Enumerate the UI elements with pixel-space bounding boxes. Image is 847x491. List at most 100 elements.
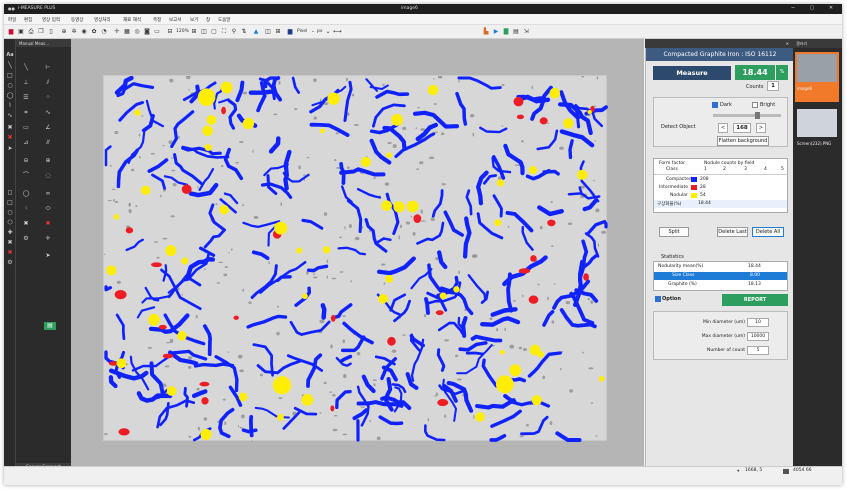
threshold-next-button[interactable]: > [756, 123, 766, 133]
circle3pt-icon[interactable]: ◌ [44, 172, 52, 180]
ellipse-tool-icon[interactable]: ○ [6, 82, 14, 90]
option-checkbox[interactable] [655, 296, 661, 302]
circle-center-icon[interactable]: ⊕ [44, 157, 52, 165]
threshold-prev-button[interactable]: < [718, 123, 728, 133]
thumbnail-selected[interactable]: image6 [795, 52, 839, 102]
bright-checkbox[interactable] [752, 102, 758, 108]
count-number-field[interactable]: 5 [747, 346, 769, 355]
delete-icon[interactable]: ✖ [6, 124, 14, 132]
threshold-slider[interactable] [713, 112, 781, 119]
save-icon[interactable]: ▣ [17, 28, 25, 36]
flip-icon[interactable]: ⇅ [240, 28, 248, 36]
window-icon[interactable]: ▭ [153, 28, 161, 36]
points-icon[interactable]: ⁖ [22, 205, 30, 213]
menu-edit[interactable]: 편집 [24, 17, 32, 23]
ruler-icon[interactable]: ▆ [286, 28, 294, 36]
flatten-background-button[interactable]: Flatten background [717, 136, 769, 146]
camera-icon[interactable]: ◙ [143, 28, 151, 36]
threshold-value[interactable]: 168 [733, 123, 751, 133]
crop-icon[interactable]: ⌗ [22, 109, 30, 117]
menu-image-input[interactable]: 영상 입력 [42, 17, 60, 23]
multi-line-icon[interactable]: ☰ [22, 94, 30, 102]
polygon-icon[interactable]: ⬡ [6, 219, 14, 227]
micrograph-image[interactable] [103, 75, 608, 442]
chart-icon[interactable]: ▇ [502, 28, 510, 36]
capture-icon[interactable]: ⊕ [60, 28, 68, 36]
double-circle-icon[interactable]: ∞ [44, 190, 52, 198]
close-button[interactable]: ✕ [825, 5, 837, 13]
print-icon[interactable]: ⎙ [27, 28, 35, 36]
ring-icon[interactable]: ◯ [22, 190, 30, 198]
crosshair-icon[interactable]: ✛ [44, 235, 52, 243]
target-icon[interactable]: ◎ [133, 28, 141, 36]
delete-all-button[interactable]: Delete All [752, 227, 784, 237]
square-icon[interactable]: □ [6, 199, 14, 207]
menu-view[interactable]: 보기 [190, 17, 198, 23]
crosshair-icon[interactable]: ✛ [113, 28, 121, 36]
rect-measure-icon[interactable]: ▭ [22, 124, 30, 132]
layers-icon[interactable]: ▲ [252, 28, 260, 36]
minimize-button[interactable]: ─ [787, 5, 799, 13]
line-tool-icon[interactable]: ╲ [6, 62, 14, 70]
settings-icon[interactable]: ⚙ [22, 235, 30, 243]
play-icon[interactable]: ▶ [492, 28, 500, 36]
table-icon[interactable]: ▤ [512, 28, 520, 36]
arc-icon[interactable]: ⌒ [22, 172, 30, 180]
image-canvas[interactable] [71, 39, 644, 466]
chevron-down-icon[interactable]: ⌄ [311, 29, 315, 34]
fullscreen-icon[interactable]: ⛶ [220, 28, 228, 36]
dark-checkbox[interactable] [712, 102, 718, 108]
remove-icon[interactable]: ✖ [6, 239, 14, 247]
ellipse-measure-icon[interactable]: ⬭ [44, 205, 52, 213]
shape-icon[interactable]: ◻ [6, 189, 14, 197]
circle-measure-icon[interactable]: ⊖ [22, 157, 30, 165]
pointer-icon[interactable]: ➤ [44, 252, 52, 260]
stat-row[interactable]: Nodularity mean(%) 18.44 [654, 263, 787, 271]
export-icon[interactable]: ⇲ [522, 28, 530, 36]
menu-image-processing[interactable]: 영상처리 [94, 17, 111, 23]
timer-icon[interactable]: ◔ [100, 28, 108, 36]
stat-row[interactable]: Graphite (%) 18.13 [654, 281, 787, 289]
unit-select[interactable]: Pixel [297, 29, 307, 34]
stat-row-selected[interactable]: Size Class 8.00 [654, 272, 787, 280]
copy-icon[interactable]: ❐ [37, 28, 45, 36]
polyline-tool-icon[interactable]: ⌇ [6, 102, 14, 110]
zoom-out-icon[interactable]: ⊟ [166, 28, 174, 36]
menu-material-analysis[interactable]: 재료 해석 [123, 17, 141, 23]
menu-report[interactable]: 보고서 [169, 17, 181, 23]
parallel-icon[interactable]: ⫽ [44, 79, 52, 87]
gear-icon[interactable]: ⚙ [6, 259, 14, 267]
menu-window[interactable]: 창 [206, 17, 210, 23]
table-export-icon[interactable]: ▤ [44, 322, 56, 330]
pointer-icon[interactable]: ➤ [6, 145, 14, 153]
slider-knob[interactable] [754, 112, 760, 119]
fit-icon[interactable]: ◫ [200, 28, 208, 36]
magnify-icon[interactable]: ⚲ [230, 28, 238, 36]
record-icon[interactable]: ◉ [80, 28, 88, 36]
close-icon[interactable]: ✕ [786, 41, 789, 46]
menu-help[interactable]: 도움말 [218, 17, 230, 23]
paste-icon[interactable]: ▯ [47, 28, 55, 36]
chevron-down-icon[interactable]: ⌄ [324, 28, 332, 36]
split-button[interactable]: Split [659, 227, 689, 237]
delete-all-icon[interactable]: ✖ [6, 134, 14, 142]
counts-field[interactable]: 1 [767, 81, 779, 91]
palette-icon[interactable]: ▙ [482, 28, 490, 36]
settings-icon[interactable]: ✿ [90, 28, 98, 36]
maximize-button[interactable]: ▢ [806, 5, 818, 13]
delete-all-measure-icon[interactable]: ✖ [44, 220, 52, 228]
scale-bar-icon[interactable]: ⟷ [333, 28, 342, 36]
cross-icon[interactable]: ✚ [6, 229, 14, 237]
menu-measure[interactable]: 측정 [153, 17, 161, 23]
rect-tool-icon[interactable]: □ [6, 72, 14, 80]
text-tool-icon[interactable]: Aa [6, 51, 14, 59]
delete-last-button[interactable]: Delete Last [717, 227, 748, 237]
zoom-in-icon[interactable]: ⊞ [190, 28, 198, 36]
line-measure-icon[interactable]: ╲ [22, 64, 30, 72]
angle2-icon[interactable]: ⊿ [22, 139, 30, 147]
hline-measure-icon[interactable]: ⊢ [44, 64, 52, 72]
gear-icon[interactable]: ✲ [70, 28, 78, 36]
menu-file[interactable]: 파일 [8, 17, 16, 23]
max-diameter-field[interactable]: 10000 [747, 332, 769, 341]
open-icon[interactable]: ▆ [7, 28, 15, 36]
